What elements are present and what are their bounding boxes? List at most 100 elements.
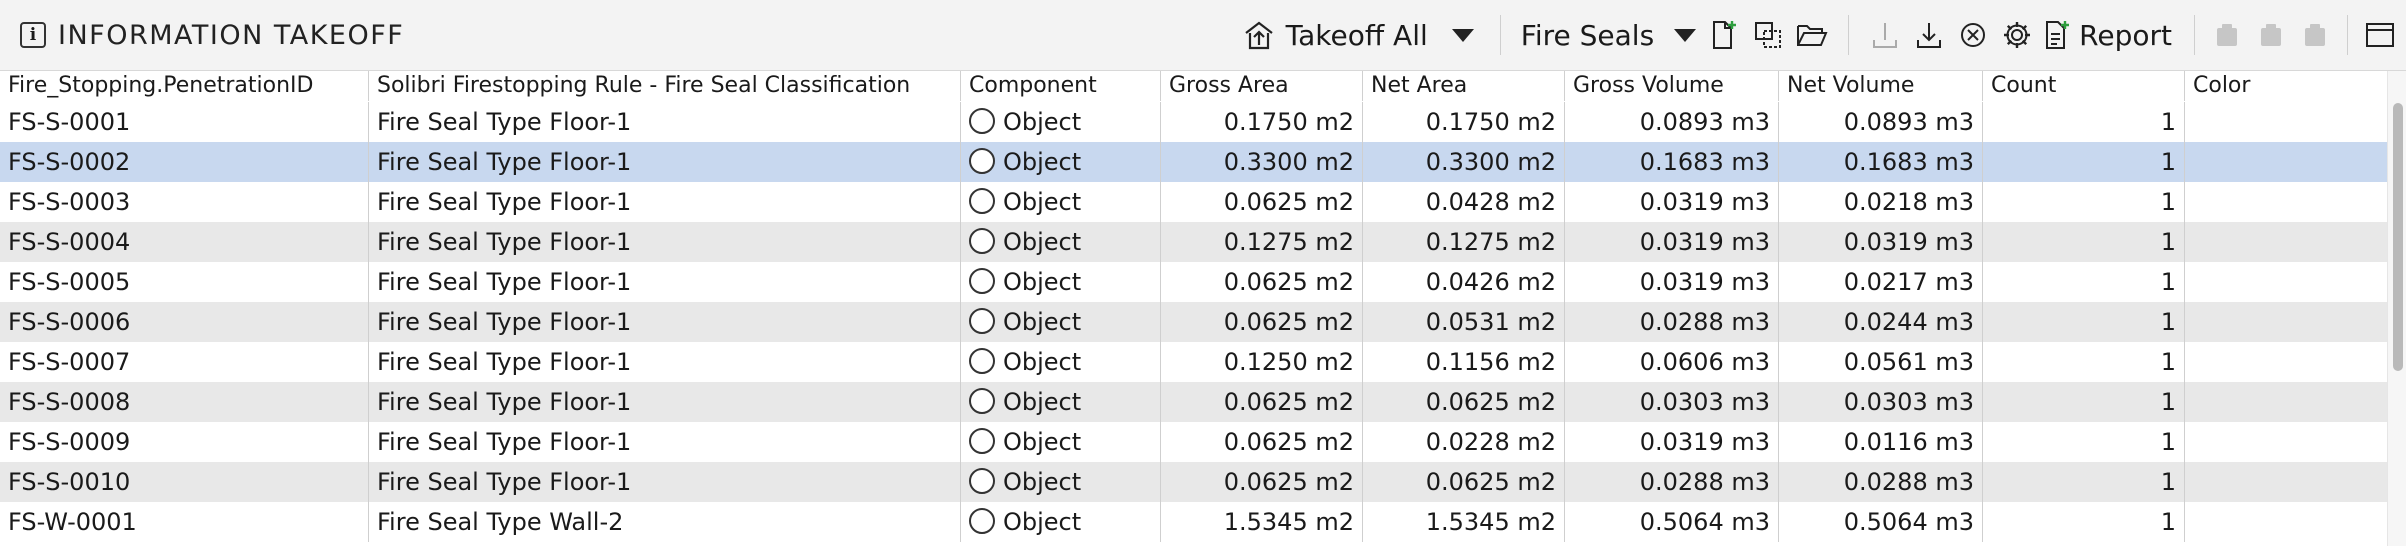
- cell-net-volume: 0.0288 m3: [1778, 462, 1982, 502]
- export-button: [1863, 13, 1907, 57]
- cell-penetration-id: FS-S-0001: [8, 108, 131, 136]
- cell-gross-area: 0.3300 m2: [1160, 142, 1362, 182]
- column-header-penetration-id[interactable]: Fire_Stopping.PenetrationID: [0, 71, 368, 101]
- component-label: Object: [1003, 268, 1082, 296]
- radio-circle-icon[interactable]: [969, 308, 995, 334]
- column-header-count[interactable]: Count: [1982, 71, 2184, 101]
- new-set-button[interactable]: [1702, 13, 1746, 57]
- cell-count: 1: [1982, 222, 2184, 262]
- table-row[interactable]: FS-W-0001 Fire Seal Type Wall-2 Object 1.53…: [0, 502, 2388, 542]
- cell-count: 1: [1982, 102, 2184, 142]
- component-label: Object: [1003, 468, 1082, 496]
- cell-penetration-id: FS-S-0005: [8, 268, 131, 296]
- cell-count: 1: [1982, 302, 2184, 342]
- component-label: Object: [1003, 388, 1082, 416]
- radio-circle-icon[interactable]: [969, 388, 995, 414]
- report-button[interactable]: Report: [2043, 19, 2172, 52]
- cell-classification: Fire Seal Type Floor-1: [368, 142, 960, 182]
- column-header-gross-volume[interactable]: Gross Volume: [1564, 71, 1778, 101]
- table-row[interactable]: FS-S-0002 Fire Seal Type Floor-1 Object 0.3…: [0, 142, 2388, 182]
- table-row[interactable]: FS-S-0003 Fire Seal Type Floor-1 Object 0.0…: [0, 182, 2388, 222]
- cell-penetration-id: FS-S-0003: [8, 188, 131, 216]
- table-row[interactable]: FS-S-0001 Fire Seal Type Floor-1 Object 0.1…: [0, 102, 2388, 142]
- radio-circle-icon[interactable]: [969, 228, 995, 254]
- cell-net-volume: 0.0561 m3: [1778, 342, 1982, 382]
- toolbar-separator: [2347, 15, 2348, 55]
- radio-circle-icon[interactable]: [969, 148, 995, 174]
- component-label: Object: [1003, 428, 1082, 456]
- set-selector-dropdown[interactable]: Fire Seals: [1520, 18, 1697, 52]
- cell-color: [2184, 342, 2388, 382]
- settings-button[interactable]: [1995, 13, 2039, 57]
- panel-title-group: i INFORMATION TAKEOFF: [0, 20, 404, 51]
- set-selector-label: Fire Seals: [1520, 18, 1655, 52]
- cell-component: Object: [960, 182, 1160, 222]
- column-header-color[interactable]: Color: [2184, 71, 2388, 101]
- open-folder-button[interactable]: [1790, 13, 1834, 57]
- information-takeoff-panel: i INFORMATION TAKEOFF Takeoff All Fire S…: [0, 0, 2406, 546]
- column-header-net-volume[interactable]: Net Volume: [1778, 71, 1982, 101]
- column-header-net-area[interactable]: Net Area: [1362, 71, 1564, 101]
- cell-penetration-id: FS-S-0002: [8, 148, 131, 176]
- cell-color: [2184, 142, 2388, 182]
- table-row[interactable]: FS-S-0007 Fire Seal Type Floor-1 Object 0.1…: [0, 342, 2388, 382]
- cell-gross-volume: 0.5064 m3: [1564, 502, 1778, 542]
- cell-count: 1: [1982, 422, 2184, 462]
- cell-component: Object: [960, 462, 1160, 502]
- cell-classification: Fire Seal Type Floor-1: [368, 422, 960, 462]
- cell-gross-area: 0.0625 m2: [1160, 382, 1362, 422]
- cell-gross-volume: 0.0303 m3: [1564, 382, 1778, 422]
- cell-color: [2184, 302, 2388, 342]
- cell-gross-area: 0.1275 m2: [1160, 222, 1362, 262]
- table-row[interactable]: FS-S-0004 Fire Seal Type Floor-1 Object 0.1…: [0, 222, 2388, 262]
- component-label: Object: [1003, 348, 1082, 376]
- clear-icon: [1961, 23, 1986, 47]
- radio-circle-icon[interactable]: [969, 508, 995, 534]
- radio-circle-icon[interactable]: [969, 468, 995, 494]
- info-icon: i: [20, 22, 46, 48]
- component-label: Object: [1003, 148, 1082, 176]
- disabled-action-button-2: [2249, 13, 2293, 57]
- new-set-icon: [1713, 21, 1737, 49]
- disabled-action-button-1: [2205, 13, 2249, 57]
- cell-net-area: 0.1156 m2: [1362, 342, 1564, 382]
- radio-circle-icon[interactable]: [969, 108, 995, 134]
- radio-circle-icon[interactable]: [969, 428, 995, 454]
- cell-net-area: 0.0228 m2: [1362, 422, 1564, 462]
- table-row[interactable]: FS-S-0005 Fire Seal Type Floor-1 Object 0.0…: [0, 262, 2388, 302]
- copy-set-button[interactable]: [1746, 13, 1790, 57]
- toolbar-actions: Takeoff All Fire Seals Report: [1244, 0, 2406, 70]
- column-header-classification[interactable]: Solibri Firestopping Rule - Fire Seal Cl…: [368, 71, 960, 101]
- cell-component: Object: [960, 262, 1160, 302]
- cell-classification: Fire Seal Type Wall-2: [368, 502, 960, 542]
- cell-penetration-id: FS-S-0010: [8, 468, 131, 496]
- component-label: Object: [1003, 188, 1082, 216]
- takeoff-all-dropdown-icon[interactable]: [1451, 28, 1474, 42]
- cell-component: Object: [960, 302, 1160, 342]
- table-row[interactable]: FS-S-0006 Fire Seal Type Floor-1 Object 0.0…: [0, 302, 2388, 342]
- radio-circle-icon[interactable]: [969, 188, 995, 214]
- cell-net-area: 0.1750 m2: [1362, 102, 1564, 142]
- cell-classification: Fire Seal Type Floor-1: [368, 262, 960, 302]
- takeoff-all-button[interactable]: Takeoff All: [1244, 19, 1474, 52]
- table-row[interactable]: FS-S-0010 Fire Seal Type Floor-1 Object 0.0…: [0, 462, 2388, 502]
- vertical-scrollbar[interactable]: [2387, 71, 2406, 546]
- toolbar: i INFORMATION TAKEOFF Takeoff All Fire S…: [0, 0, 2406, 71]
- toolbar-separator: [1848, 15, 1850, 55]
- export-all-button[interactable]: [1907, 13, 1951, 57]
- cell-gross-area: 0.0625 m2: [1160, 422, 1362, 462]
- column-header-component[interactable]: Component: [960, 71, 1160, 101]
- table-row[interactable]: FS-S-0008 Fire Seal Type Floor-1 Object 0.0…: [0, 382, 2388, 422]
- cell-gross-volume: 0.0319 m3: [1564, 422, 1778, 462]
- maximize-button[interactable]: [2358, 13, 2402, 57]
- radio-circle-icon[interactable]: [969, 268, 995, 294]
- cell-gross-area: 0.1750 m2: [1160, 102, 1362, 142]
- clear-button[interactable]: [1951, 13, 1995, 57]
- cell-penetration-id: FS-S-0009: [8, 428, 131, 456]
- radio-circle-icon[interactable]: [969, 348, 995, 374]
- maximize-icon: [2366, 23, 2394, 47]
- scrollbar-thumb[interactable]: [2393, 103, 2403, 371]
- cell-gross-volume: 0.1683 m3: [1564, 142, 1778, 182]
- column-header-gross-area[interactable]: Gross Area: [1160, 71, 1362, 101]
- table-row[interactable]: FS-S-0009 Fire Seal Type Floor-1 Object 0.0…: [0, 422, 2388, 462]
